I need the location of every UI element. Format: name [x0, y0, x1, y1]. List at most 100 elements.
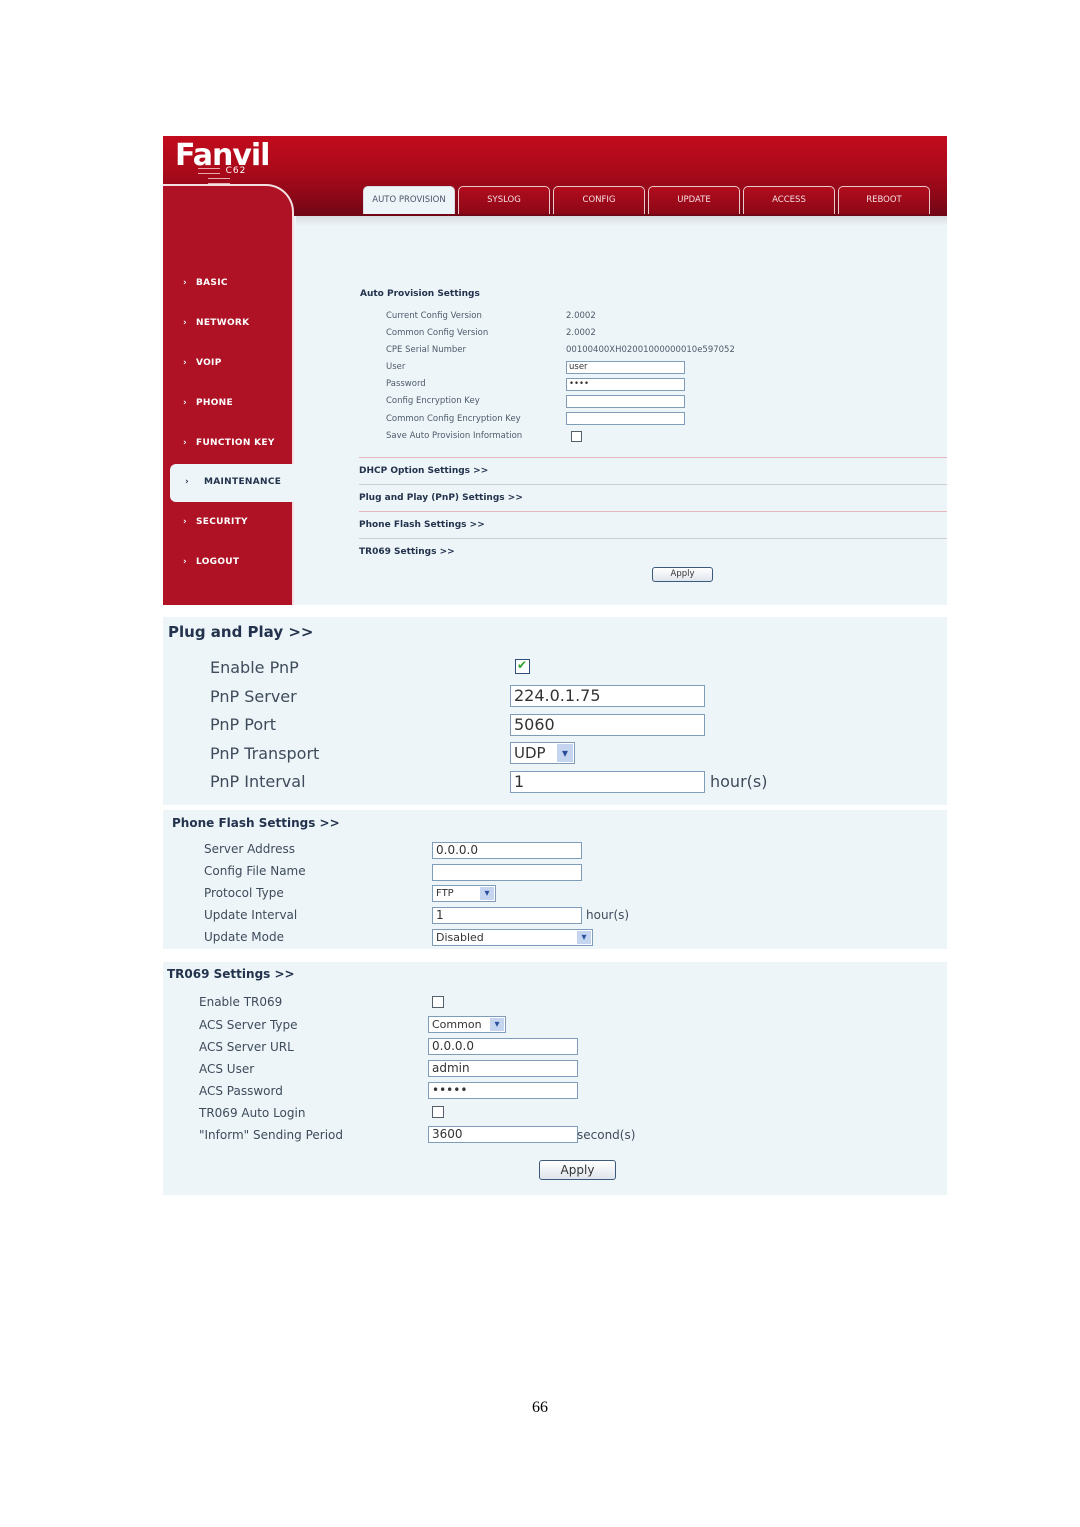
chevron-right-icon: ›: [185, 477, 190, 487]
divider: [359, 511, 947, 512]
sidebar: › BASIC › NETWORK › VOIP › PHONE › FUNCTION K…: [163, 184, 296, 605]
auto-provision-screenshot: Fanvil C62 AUTO PROVISION SYSLOG CONFIG …: [163, 136, 947, 605]
dhcp-option-settings-link[interactable]: DHCP Option Settings >>: [359, 466, 488, 476]
tab-access[interactable]: ACCESS: [743, 186, 835, 214]
config-encryption-key-label: Config Encryption Key: [386, 396, 480, 406]
inform-sending-period-input[interactable]: 3600: [428, 1126, 578, 1143]
acs-user-label: ACS User: [199, 1062, 255, 1076]
pnp-title: Plug and Play >>: [168, 623, 314, 641]
cpe-serial-label: CPE Serial Number: [386, 345, 467, 355]
save-auto-provision-checkbox[interactable]: [571, 431, 582, 442]
current-config-version-label: Current Config Version: [386, 311, 482, 321]
sidebar-item-label: FUNCTION KEY: [196, 438, 275, 448]
tr069-panel: TR069 Settings >> Enable TR069 ACS Serve…: [163, 962, 947, 1195]
pnp-transport-label: PnP Transport: [210, 744, 320, 763]
sidebar-item-label: PHONE: [196, 398, 233, 408]
save-auto-provision-label: Save Auto Provision Information: [386, 431, 523, 441]
chevron-right-icon: ›: [183, 398, 188, 408]
sidebar-item-maintenance[interactable]: › MAINTENANCE: [170, 464, 296, 502]
config-file-name-input[interactable]: [432, 864, 582, 881]
chevron-right-icon: ›: [183, 557, 188, 567]
pnp-server-input[interactable]: 224.0.1.75: [510, 685, 705, 707]
current-config-version-value: 2.0002: [566, 311, 596, 321]
sidebar-item-phone[interactable]: › PHONE: [163, 385, 294, 423]
acs-server-url-label: ACS Server URL: [199, 1040, 294, 1054]
tr069-title: TR069 Settings >>: [167, 967, 295, 981]
update-mode-select[interactable]: Disabled ▾: [432, 929, 593, 946]
tr069-auto-login-label: TR069 Auto Login: [199, 1106, 306, 1120]
common-config-version-value: 2.0002: [566, 328, 596, 338]
acs-server-type-label: ACS Server Type: [199, 1018, 298, 1032]
update-mode-value: Disabled: [436, 931, 484, 944]
sidebar-item-security[interactable]: › SECURITY: [163, 504, 294, 542]
divider: [359, 484, 947, 485]
chevron-down-icon[interactable]: ▾: [577, 931, 591, 944]
acs-server-type-value: Common: [432, 1018, 482, 1031]
cpe-serial-value: 00100400XH02001000000010e597052: [566, 345, 735, 355]
check-icon: ✔: [517, 658, 528, 672]
sidebar-item-basic[interactable]: › BASIC: [163, 265, 294, 303]
tr069-settings-link[interactable]: TR069 Settings >>: [359, 547, 455, 557]
sidebar-item-logout[interactable]: › LOGOUT: [163, 544, 294, 582]
pnp-settings-link[interactable]: Plug and Play (PnP) Settings >>: [359, 493, 523, 503]
sidebar-item-network[interactable]: › NETWORK: [163, 305, 294, 343]
user-input[interactable]: user: [566, 361, 685, 374]
common-config-encryption-key-input[interactable]: [566, 412, 685, 425]
acs-password-label: ACS Password: [199, 1084, 283, 1098]
enable-tr069-checkbox[interactable]: [432, 996, 444, 1008]
sidebar-item-function-key[interactable]: › FUNCTION KEY: [163, 425, 294, 463]
sidebar-item-label: SECURITY: [196, 517, 248, 527]
acs-server-url-input[interactable]: 0.0.0.0: [428, 1038, 578, 1055]
sidebar-item-label: BASIC: [196, 278, 228, 288]
sidebar-item-voip[interactable]: › VOIP: [163, 345, 294, 383]
tr069-auto-login-checkbox[interactable]: [432, 1106, 444, 1118]
server-address-input[interactable]: 0.0.0.0: [432, 842, 582, 859]
config-encryption-key-input[interactable]: [566, 395, 685, 408]
tab-config[interactable]: CONFIG: [553, 186, 645, 214]
chevron-down-icon[interactable]: ▾: [490, 1018, 504, 1031]
chevron-down-icon[interactable]: ▾: [480, 887, 494, 900]
phone-flash-title: Phone Flash Settings >>: [172, 816, 340, 830]
tr069-apply-button[interactable]: Apply: [539, 1160, 616, 1180]
acs-password-input[interactable]: •••••: [428, 1082, 578, 1099]
chevron-down-icon[interactable]: ▾: [557, 744, 573, 762]
divider: [359, 538, 947, 539]
pnp-server-label: PnP Server: [210, 687, 297, 706]
pnp-port-label: PnP Port: [210, 715, 276, 734]
tab-update[interactable]: UPDATE: [648, 186, 740, 214]
config-file-name-label: Config File Name: [204, 864, 306, 878]
acs-user-input[interactable]: admin: [428, 1060, 578, 1077]
user-label: User: [386, 362, 406, 372]
model-label: C62: [175, 166, 263, 186]
apply-button[interactable]: Apply: [652, 567, 713, 582]
phone-flash-settings-link[interactable]: Phone Flash Settings >>: [359, 520, 485, 530]
sidebar-item-label: MAINTENANCE: [204, 477, 282, 487]
common-config-encryption-key-label: Common Config Encryption Key: [386, 414, 521, 424]
update-interval-unit: hour(s): [586, 908, 630, 922]
enable-pnp-checkbox[interactable]: ✔: [515, 658, 530, 674]
tab-reboot[interactable]: REBOOT: [838, 186, 930, 214]
tab-auto-provision[interactable]: AUTO PROVISION: [363, 186, 455, 214]
update-interval-input[interactable]: 1: [432, 907, 582, 924]
password-label: Password: [386, 379, 426, 389]
password-input[interactable]: ••••: [566, 378, 685, 391]
inform-sending-period-label: "Inform" Sending Period: [199, 1128, 343, 1142]
enable-pnp-label: Enable PnP: [210, 658, 299, 677]
chevron-right-icon: ›: [183, 318, 188, 328]
chevron-right-icon: ›: [183, 438, 188, 448]
chevron-right-icon: ›: [183, 358, 188, 368]
pnp-panel: Plug and Play >> Enable PnP ✔ PnP Server…: [163, 617, 947, 805]
pnp-port-input[interactable]: 5060: [510, 714, 705, 736]
server-address-label: Server Address: [204, 842, 295, 856]
protocol-type-value: FTP: [436, 888, 454, 899]
tab-underline-shade: [296, 216, 947, 226]
pnp-transport-select[interactable]: UDP ▾: [510, 742, 575, 764]
phone-flash-panel: Phone Flash Settings >> Server Address 0…: [163, 810, 947, 949]
tab-syslog[interactable]: SYSLOG: [458, 186, 550, 214]
acs-server-type-select[interactable]: Common ▾: [428, 1016, 506, 1033]
chevron-right-icon: ›: [183, 278, 188, 288]
inform-sending-period-unit: second(s): [577, 1128, 636, 1142]
sidebar-item-label: VOIP: [196, 358, 222, 368]
pnp-interval-input[interactable]: 1: [510, 771, 705, 793]
protocol-type-select[interactable]: FTP ▾: [432, 885, 496, 902]
